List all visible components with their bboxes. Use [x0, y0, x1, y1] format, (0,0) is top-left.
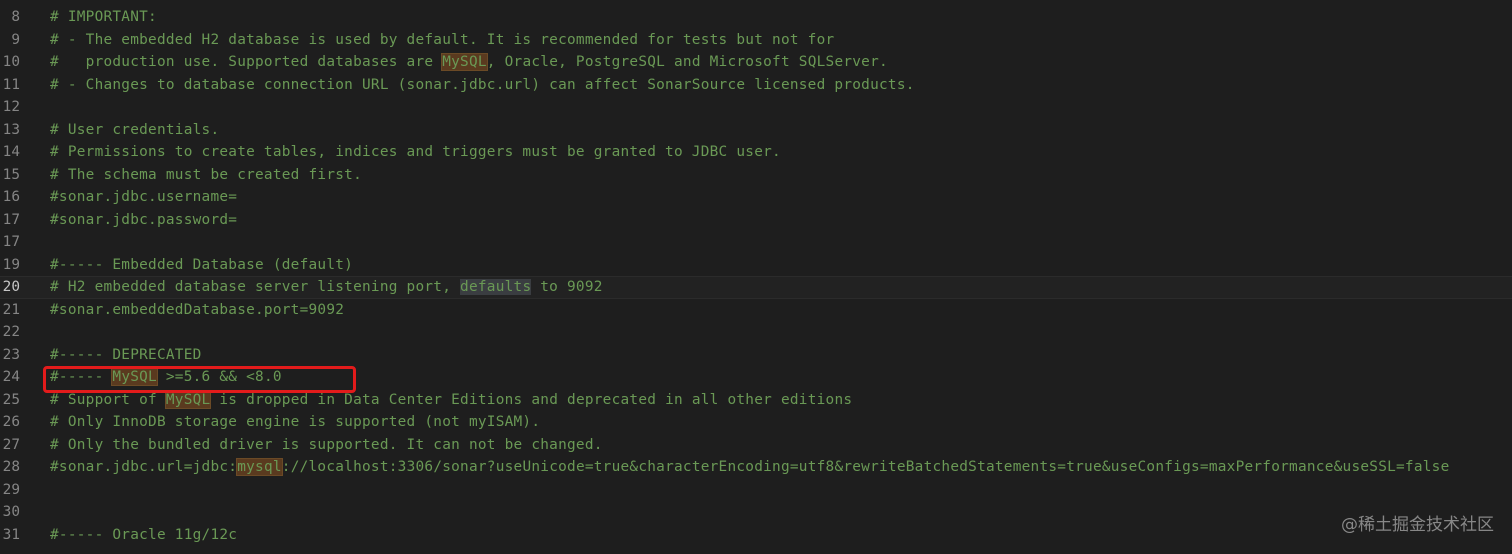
watermark: @稀土掘金技术社区 — [1341, 515, 1494, 535]
code-line[interactable]: 17 #sonar.jdbc.password= — [0, 209, 1512, 232]
code-text[interactable]: #----- DEPRECATED — [50, 344, 202, 367]
code-segment: #sonar.embeddedDatabase.port=9092 — [50, 301, 345, 318]
code-line[interactable]: 13 # User credentials. — [0, 119, 1512, 142]
line-number: 9 — [11, 31, 20, 48]
code-text[interactable]: #----- Oracle 11g/12c — [50, 524, 237, 547]
code-segment: #sonar.jdbc.username= — [50, 189, 238, 205]
code-segment: #----- Oracle 11g/12c — [50, 526, 238, 543]
line-number: 26 — [2, 414, 20, 430]
code-line[interactable]: 12 — [0, 96, 1512, 119]
code-line[interactable]: 29 — [0, 479, 1512, 502]
code-segment: # - The embedded H2 database is used by … — [50, 31, 835, 48]
code-line[interactable]: 17 — [0, 231, 1512, 254]
search-match-highlight: mysql — [236, 458, 283, 476]
code-line[interactable]: 9 # - The embedded H2 database is used by… — [0, 29, 1512, 52]
code-segment: to 9092 — [531, 279, 603, 295]
code-segment: ://localhost:3306/sonar?useUnicode=true&… — [281, 459, 1450, 475]
line-number: 14 — [2, 144, 20, 160]
code-text[interactable]: # The schema must be created first. — [50, 164, 362, 187]
line-number: 19 — [2, 256, 20, 273]
code-line[interactable]: 16 #sonar.jdbc.username= — [0, 186, 1512, 209]
code-segment: # The schema must be created first. — [50, 166, 362, 183]
search-match-highlight: MySQL — [164, 390, 212, 409]
code-text[interactable]: #sonar.jdbc.password= — [50, 209, 237, 232]
code-text[interactable]: #sonar.jdbc.username= — [50, 186, 237, 209]
code-line[interactable]: 30 — [0, 501, 1512, 524]
code-segment: is dropped in Data Center Editions and d… — [210, 391, 853, 408]
selection-highlight: defaults — [460, 279, 532, 295]
code-text[interactable]: # Permissions to create tables, indices … — [50, 141, 781, 164]
code-text[interactable]: #sonar.jdbc.url=jdbc:mysql://localhost:3… — [50, 456, 1450, 479]
code-line[interactable]: 21 #sonar.embeddedDatabase.port=9092 — [0, 299, 1512, 322]
code-line[interactable]: 26 # Only InnoDB storage engine is suppor… — [0, 411, 1512, 434]
code-text[interactable]: # Only InnoDB storage engine is supporte… — [50, 411, 540, 434]
code-text[interactable]: # - Changes to database connection URL (… — [50, 74, 915, 97]
code-line[interactable]: 15 # The schema must be created first. — [0, 164, 1512, 187]
line-number: 12 — [2, 99, 20, 115]
line-number: 13 — [2, 121, 20, 138]
code-segment: #sonar.jdbc.password= — [50, 211, 238, 228]
line-number: 24 — [2, 369, 20, 385]
line-number: 17 — [2, 234, 20, 250]
line-number: 10 — [2, 54, 20, 70]
code-text[interactable]: # IMPORTANT: — [50, 6, 157, 29]
code-segment: # H2 embedded database server listening … — [50, 279, 461, 295]
code-text[interactable]: # H2 embedded database server listening … — [50, 277, 603, 298]
line-number: 15 — [2, 166, 20, 183]
code-text[interactable]: # production use. Supported databases ar… — [50, 51, 888, 74]
line-number: 17 — [2, 211, 20, 228]
code-line[interactable]: 22 — [0, 321, 1512, 344]
code-line[interactable]: 11 # - Changes to database connection URL… — [0, 74, 1512, 97]
code-segment: # - Changes to database connection URL (… — [50, 76, 915, 93]
line-number: 30 — [2, 504, 20, 520]
line-number: 22 — [2, 324, 20, 340]
code-segment: #----- Embedded Database (default) — [50, 256, 354, 273]
code-line[interactable]: 27 # Only the bundled driver is supported… — [0, 434, 1512, 457]
line-number: 8 — [11, 9, 20, 25]
annotation-highlight-box — [43, 366, 356, 393]
search-match-highlight: MySQL — [441, 53, 488, 71]
line-number: 28 — [2, 459, 20, 475]
code-line[interactable]: 8 # IMPORTANT: — [0, 6, 1512, 29]
code-segment: # production use. Supported databases ar… — [50, 54, 443, 70]
line-number: 25 — [2, 391, 20, 408]
code-text[interactable]: #sonar.embeddedDatabase.port=9092 — [50, 299, 344, 322]
code-editor[interactable]: 8 # IMPORTANT: 9 # - The embedded H2 databa… — [0, 0, 1512, 554]
code-segment: # Permissions to create tables, indices … — [50, 144, 781, 160]
code-segment: # User credentials. — [50, 121, 220, 138]
code-text[interactable]: # User credentials. — [50, 119, 219, 142]
code-segment: #sonar.jdbc.url=jdbc: — [50, 459, 238, 475]
line-number: 16 — [2, 189, 20, 205]
line-number: 21 — [2, 301, 20, 318]
code-line[interactable]: 14 # Permissions to create tables, indice… — [0, 141, 1512, 164]
code-segment: #----- DEPRECATED — [50, 346, 202, 363]
code-line[interactable]: 10 # production use. Supported databases … — [0, 51, 1512, 74]
code-segment: # Only InnoDB storage engine is supporte… — [50, 414, 541, 430]
code-line[interactable]: 28 #sonar.jdbc.url=jdbc:mysql://localhost… — [0, 456, 1512, 479]
line-number: 20 — [2, 279, 20, 295]
code-line[interactable]: 20 # H2 embedded database server listenin… — [0, 276, 1512, 299]
line-number: 11 — [2, 76, 20, 93]
line-number: 31 — [2, 526, 20, 543]
code-text[interactable]: # Only the bundled driver is supported. … — [50, 434, 603, 457]
code-text[interactable]: #----- Embedded Database (default) — [50, 254, 353, 277]
code-line[interactable]: 19 #----- Embedded Database (default) — [0, 254, 1512, 277]
line-number: 23 — [2, 346, 20, 363]
code-text[interactable]: # - The embedded H2 database is used by … — [50, 29, 834, 52]
code-segment: # Support of — [50, 391, 166, 408]
code-segment: # Only the bundled driver is supported. … — [50, 436, 603, 453]
line-number: 29 — [2, 481, 20, 498]
code-segment: , Oracle, PostgreSQL and Microsoft SQLSe… — [486, 54, 888, 70]
code-line[interactable]: 23 #----- DEPRECATED — [0, 344, 1512, 367]
code-segment: # IMPORTANT: — [50, 9, 157, 25]
line-number: 27 — [2, 436, 20, 453]
code-line[interactable]: 31 #----- Oracle 11g/12c — [0, 524, 1512, 547]
